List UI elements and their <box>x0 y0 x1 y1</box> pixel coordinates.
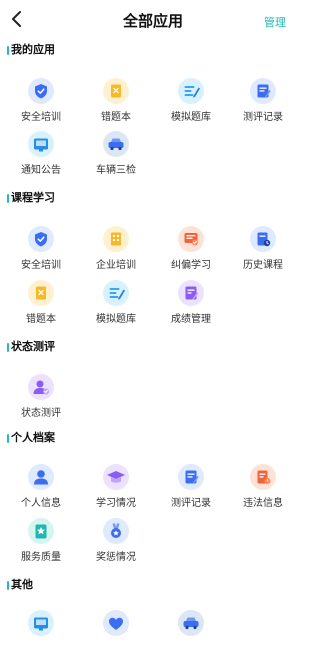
app-label: 错题本 <box>26 314 56 325</box>
app-label: 安全培训 <box>21 112 61 123</box>
app-item[interactable]: 成绩管理 <box>158 280 224 330</box>
user-check-icon <box>28 374 54 400</box>
app-label: 成绩管理 <box>171 314 211 325</box>
graduation-cap-icon <box>103 464 129 490</box>
app-label: 学习情况 <box>96 498 136 509</box>
user-icon <box>28 464 54 490</box>
correction-board-icon <box>178 226 204 252</box>
app-item[interactable]: 企业培训 <box>83 226 149 276</box>
app-label: 测评记录 <box>171 498 211 509</box>
star-badge-icon <box>28 518 54 544</box>
notice-board-icon <box>28 131 54 157</box>
pencil-lines-icon <box>103 280 129 306</box>
heart-icon <box>103 610 129 636</box>
app-label: 历史课程 <box>243 260 283 271</box>
app-item[interactable]: 个人信息 <box>8 464 74 514</box>
app-item[interactable]: 历史课程 <box>230 226 296 276</box>
record-list-icon <box>178 464 204 490</box>
app-label: 模拟题库 <box>96 314 136 325</box>
violation-doc-icon <box>250 464 276 490</box>
app-item[interactable]: 学习情况 <box>83 464 149 514</box>
top-nav-bar: 全部应用 管理 <box>0 0 306 38</box>
app-item[interactable]: 奖惩情况 <box>83 518 149 568</box>
notice-board-icon <box>28 610 54 636</box>
app-item[interactable]: 测评记录 <box>158 464 224 514</box>
app-label: 企业培训 <box>96 260 136 271</box>
app-label: 车辆三检 <box>96 165 136 176</box>
section-title-other: 其他 <box>7 579 33 591</box>
app-label: 状态测评 <box>21 408 61 419</box>
app-item[interactable]: 纠偏学习 <box>158 226 224 276</box>
app-label: 奖惩情况 <box>96 552 136 563</box>
section-title-my-apps: 我的应用 <box>7 44 55 56</box>
app-label: 服务质量 <box>21 552 61 563</box>
app-item[interactable]: 模拟题库 <box>158 78 224 128</box>
app-item[interactable]: 安全培训 <box>8 78 74 128</box>
app-item[interactable]: 安全培训 <box>8 226 74 276</box>
manage-button[interactable]: 管理 <box>264 14 286 30</box>
app-item[interactable]: 状态测评 <box>8 374 74 424</box>
section-title-course-study: 课程学习 <box>7 192 55 204</box>
app-item[interactable]: 错题本 <box>8 280 74 330</box>
building-icon <box>103 226 129 252</box>
app-item[interactable]: 模拟题库 <box>83 280 149 330</box>
app-label: 个人信息 <box>21 498 61 509</box>
car-icon <box>103 131 129 157</box>
app-item[interactable]: 服务质量 <box>8 518 74 568</box>
shield-check-icon <box>28 78 54 104</box>
app-item[interactable] <box>83 610 149 660</box>
app-item[interactable]: 车辆三检 <box>83 131 149 181</box>
app-label: 纠偏学习 <box>171 260 211 271</box>
app-label: 违法信息 <box>243 498 283 509</box>
app-item[interactable]: 错题本 <box>83 78 149 128</box>
medal-icon <box>103 518 129 544</box>
shield-check-icon <box>28 226 54 252</box>
section-title-personal-file: 个人档案 <box>7 432 55 444</box>
notebook-icon <box>103 78 129 104</box>
app-label: 模拟题库 <box>171 112 211 123</box>
app-label: 安全培训 <box>21 260 61 271</box>
app-item[interactable] <box>8 610 74 660</box>
app-item[interactable] <box>158 610 224 660</box>
notebook-icon <box>28 280 54 306</box>
app-item[interactable]: 测评记录 <box>230 78 296 128</box>
app-item[interactable]: 通知公告 <box>8 131 74 181</box>
record-list-icon <box>250 78 276 104</box>
app-item[interactable]: 违法信息 <box>230 464 296 514</box>
history-course-icon <box>250 226 276 252</box>
app-label: 通知公告 <box>21 165 61 176</box>
grade-manage-icon <box>178 280 204 306</box>
pencil-lines-icon <box>178 78 204 104</box>
app-label: 错题本 <box>101 112 131 123</box>
car-icon <box>178 610 204 636</box>
page-title: 全部应用 <box>122 13 183 30</box>
section-title-status-assessment: 状态测评 <box>7 341 55 353</box>
app-label: 测评记录 <box>243 112 283 123</box>
